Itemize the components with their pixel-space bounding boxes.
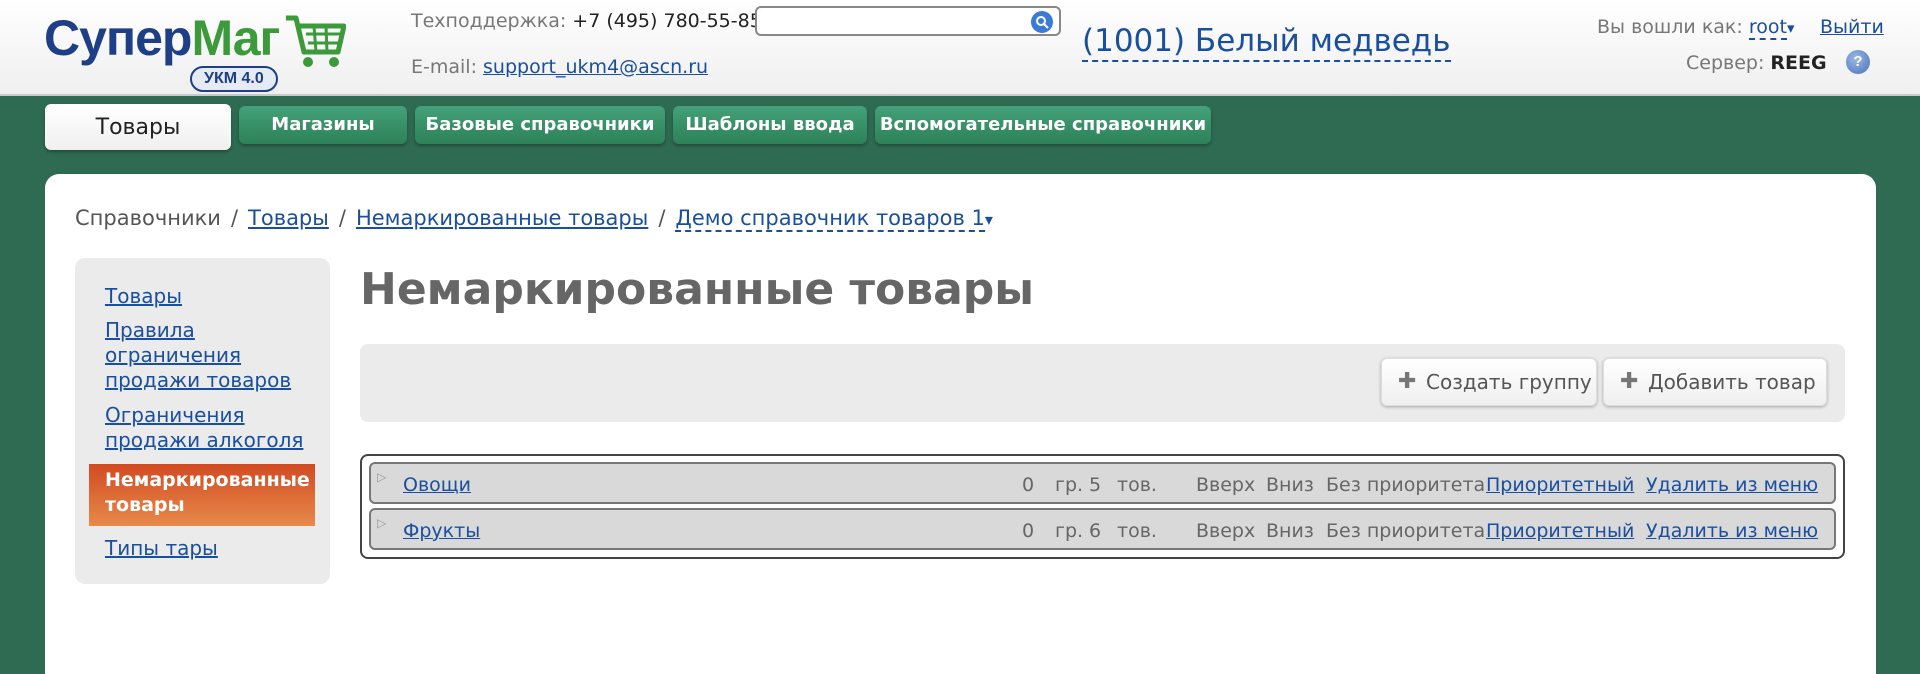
move-up-action[interactable]: Вверх: [1196, 474, 1255, 496]
group-name-link[interactable]: Овощи: [403, 474, 471, 496]
move-up-action[interactable]: Вверх: [1196, 520, 1255, 542]
list-item[interactable]: ▷ Овощи 0 гр. 5 тов. Вверх Вниз Без прио…: [369, 462, 1836, 504]
add-item-button[interactable]: ✚ Добавить товар: [1603, 358, 1827, 406]
sidebar-item-label[interactable]: Типы тары: [105, 536, 218, 560]
logo[interactable]: СуперМаг УКМ 4.0: [44, 8, 354, 92]
logo-text: СуперМаг: [44, 8, 280, 68]
breadcrumb-separator: /: [658, 206, 666, 230]
item-count-label: тов.: [1117, 520, 1157, 542]
group-count-label: гр.: [1055, 520, 1084, 542]
priority-link[interactable]: Приоритетный: [1486, 520, 1634, 542]
sidebar-item-goods[interactable]: Товары: [105, 284, 305, 309]
sidebar-item-alcohol[interactable]: Ограничения продажи алкоголя: [105, 403, 305, 453]
breadcrumb-unmarked[interactable]: Немаркированные товары: [356, 206, 648, 230]
page-title: Немаркированные товары: [360, 264, 1035, 315]
list-item[interactable]: ▷ Фрукты 0 гр. 6 тов. Вверх Вниз Без при…: [369, 508, 1836, 550]
no-priority-action[interactable]: Без приоритета: [1326, 520, 1485, 542]
search-input[interactable]: [755, 6, 1061, 36]
login-label: Вы вошли как:: [1597, 16, 1743, 38]
group-list: ▷ Овощи 0 гр. 5 тов. Вверх Вниз Без прио…: [360, 454, 1845, 559]
toolbar: ✚ Создать группу ✚ Добавить товар: [360, 344, 1845, 422]
plus-icon: ✚: [1620, 369, 1639, 394]
sidebar: Товары Правила ограничения продажи товар…: [75, 258, 330, 584]
breadcrumb-root: Справочники: [75, 206, 221, 230]
version-badge: УКМ 4.0: [190, 66, 278, 92]
user-menu[interactable]: root: [1748, 16, 1787, 40]
server-label: Сервер:: [1686, 52, 1765, 74]
item-count-label: тов.: [1117, 474, 1157, 496]
support-label: Техподдержка:: [411, 10, 567, 32]
breadcrumb-goods[interactable]: Товары: [248, 206, 329, 230]
support-phone: Техподдержка: +7 (495) 780-55-85: [411, 10, 762, 32]
sidebar-item-label[interactable]: Ограничения продажи алкоголя: [105, 403, 303, 452]
expand-triangle-icon[interactable]: ▷: [377, 516, 386, 530]
group-count: 0: [1022, 474, 1035, 496]
breadcrumb-directory-selector[interactable]: Демо справочник товаров 1: [675, 206, 985, 232]
tab-shops[interactable]: Магазины: [239, 106, 407, 144]
create-group-label: Создать группу: [1426, 370, 1592, 394]
server-value: REEG: [1770, 52, 1827, 74]
breadcrumb: Справочники / Товары / Немаркированные товар…: [75, 206, 993, 232]
search-icon[interactable]: [1031, 11, 1053, 33]
sidebar-item-unmarked-active[interactable]: Немаркированные товары: [89, 464, 315, 526]
expand-triangle-icon[interactable]: ▷: [377, 470, 386, 484]
sidebar-item-sale-rules[interactable]: Правила ограничения продажи товаров: [105, 318, 305, 393]
no-priority-action[interactable]: Без приоритета: [1326, 474, 1485, 496]
group-count-label: гр.: [1055, 474, 1084, 496]
item-count: 5: [1089, 474, 1102, 496]
sidebar-item-package-types[interactable]: Типы тары: [105, 536, 305, 561]
move-down-action[interactable]: Вниз: [1266, 474, 1314, 496]
group-count: 0: [1022, 520, 1035, 542]
logout-link[interactable]: Выйти: [1820, 16, 1884, 38]
support-phone-value: +7 (495) 780-55-85: [572, 10, 762, 32]
priority-link[interactable]: Приоритетный: [1486, 474, 1634, 496]
chevron-down-icon[interactable]: ▾: [1787, 19, 1795, 37]
cart-icon: [286, 15, 346, 67]
add-item-label: Добавить товар: [1648, 370, 1816, 394]
group-name-link[interactable]: Фрукты: [403, 520, 480, 542]
plus-icon: ✚: [1398, 369, 1417, 394]
email-link[interactable]: support_ukm4@ascn.ru: [483, 56, 708, 78]
support-email: E-mail: support_ukm4@ascn.ru: [411, 56, 708, 78]
remove-from-menu-link[interactable]: Удалить из меню: [1646, 520, 1818, 542]
tab-aux-directories[interactable]: Вспомогательные справочники: [875, 106, 1211, 144]
remove-from-menu-link[interactable]: Удалить из меню: [1646, 474, 1818, 496]
shop-selector[interactable]: (1001) Белый медведь: [1082, 22, 1451, 62]
header-bar: СуперМаг УКМ 4.0 Техподдержка: +7 (495) …: [0, 0, 1920, 96]
tab-input-templates[interactable]: Шаблоны ввода: [673, 106, 867, 144]
login-info: Вы вошли как: root▾: [1597, 16, 1795, 40]
sidebar-item-label[interactable]: Правила ограничения продажи товаров: [105, 318, 291, 392]
item-count: 6: [1089, 520, 1102, 542]
logo-name-b: Маг: [191, 10, 280, 66]
sidebar-item-label[interactable]: Товары: [105, 284, 182, 308]
breadcrumb-separator: /: [230, 206, 239, 230]
email-label: E-mail:: [411, 56, 477, 78]
help-icon[interactable]: ?: [1846, 50, 1870, 74]
logo-name-a: Супер: [44, 10, 192, 66]
chevron-down-icon[interactable]: ▾: [985, 210, 993, 229]
create-group-button[interactable]: ✚ Создать группу: [1381, 358, 1597, 406]
move-down-action[interactable]: Вниз: [1266, 520, 1314, 542]
tab-base-directories[interactable]: Базовые справочники: [415, 106, 665, 144]
breadcrumb-separator: /: [338, 206, 346, 230]
tab-goods[interactable]: Товары: [45, 104, 231, 150]
server-info: Сервер: REEG: [1686, 52, 1827, 74]
